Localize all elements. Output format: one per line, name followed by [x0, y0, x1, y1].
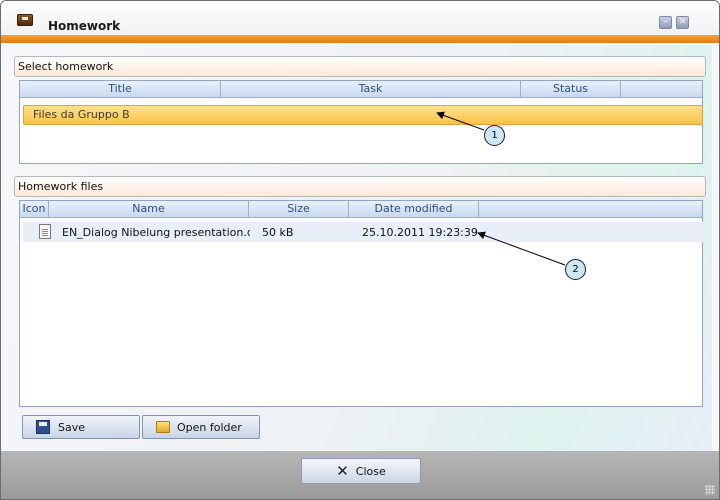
- document-icon: [39, 224, 51, 239]
- floppy-disk-icon: [36, 420, 50, 434]
- save-label: Save: [58, 420, 86, 434]
- column-name[interactable]: Name: [49, 201, 249, 218]
- accent-bar: [1, 35, 719, 43]
- homework-grid-header: Title Task Status: [20, 81, 702, 98]
- file-name: EN_Dialog Nibelung presentation.dc: [62, 225, 250, 239]
- file-row[interactable]: EN_Dialog Nibelung presentation.dc 50 kB…: [23, 222, 703, 242]
- content-area: Select homework Title Task Status Files …: [9, 45, 712, 451]
- column-filler: [621, 81, 702, 98]
- folder-icon: [156, 421, 170, 433]
- briefcase-icon: [17, 14, 33, 26]
- column-date-modified[interactable]: Date modified: [349, 201, 479, 218]
- column-filler: [479, 201, 702, 218]
- column-status[interactable]: Status: [521, 81, 621, 98]
- title-bar[interactable]: Homework – ✕: [1, 1, 719, 35]
- homework-grid[interactable]: Title Task Status Files da Gruppo B: [19, 80, 703, 164]
- file-size: 50 kB: [262, 225, 294, 239]
- column-size[interactable]: Size: [249, 201, 349, 218]
- close-button[interactable]: ✕ Close: [301, 458, 421, 484]
- callout-1: 1: [484, 125, 505, 146]
- file-date-modified: 25.10.2011 19:23:39: [362, 225, 478, 239]
- files-grid-header: Icon Name Size Date modified: [20, 201, 702, 218]
- footer-bar: ✕ Close: [1, 451, 719, 499]
- open-folder-button[interactable]: Open folder: [142, 415, 260, 439]
- save-button[interactable]: Save: [22, 415, 140, 439]
- close-icon: ✕: [336, 462, 349, 480]
- files-grid[interactable]: Icon Name Size Date modified EN_Dialog N…: [19, 200, 703, 407]
- homework-title: Files da Gruppo B: [33, 108, 130, 121]
- resize-grip-icon[interactable]: [705, 485, 715, 495]
- select-homework-header: Select homework: [14, 56, 706, 77]
- window-title: Homework: [48, 19, 121, 33]
- column-task[interactable]: Task: [221, 81, 521, 98]
- homework-window: Homework – ✕ Select homework Title Task …: [0, 0, 720, 500]
- homework-row-selected[interactable]: Files da Gruppo B: [23, 105, 703, 125]
- column-title[interactable]: Title: [20, 81, 221, 98]
- minimize-button[interactable]: –: [659, 16, 672, 29]
- open-folder-label: Open folder: [177, 420, 242, 434]
- close-label: Close: [355, 464, 386, 478]
- column-icon[interactable]: Icon: [20, 201, 49, 218]
- window-close-button[interactable]: ✕: [676, 16, 689, 29]
- callout-2: 2: [565, 259, 586, 280]
- homework-files-header: Homework files: [14, 176, 706, 197]
